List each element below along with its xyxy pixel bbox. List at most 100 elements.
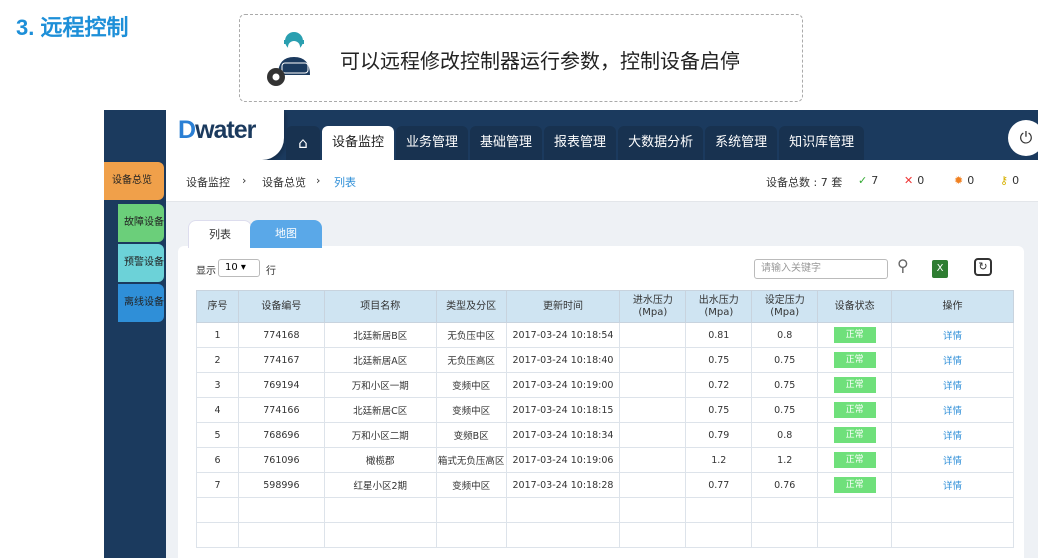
- crumb-separator: ›: [242, 174, 247, 187]
- excel-export-icon[interactable]: X: [932, 260, 948, 278]
- crumb-overview[interactable]: 设备总览: [262, 174, 306, 190]
- nav-device-monitor[interactable]: 设备监控: [322, 126, 395, 160]
- table-cell: [751, 522, 819, 548]
- table-cell: [196, 497, 239, 523]
- device-table: 序号 设备编号 项目名称 类型及分区 更新时间 进水压力 (Mpa) 出水压力 (Mpa) 设…: [196, 290, 1014, 548]
- status-cell: 正常: [817, 322, 893, 348]
- table-cell: [619, 522, 687, 548]
- table-row: [196, 497, 1014, 523]
- table-cell: 0.75: [751, 347, 819, 373]
- table-cell: 6: [196, 447, 239, 473]
- table-cell: [685, 497, 753, 523]
- column-header: 序号: [196, 290, 239, 323]
- table-cell: [891, 522, 1014, 548]
- status-cell: 正常: [817, 347, 893, 373]
- app-window: Dwater ⌂ 设备监控 业务管理 基础管理 报表管理 大数据分析 系统管理 …: [104, 110, 1038, 558]
- cross-icon: ✕: [904, 174, 914, 187]
- table-row: [196, 522, 1014, 548]
- detail-link[interactable]: 详情: [891, 422, 1014, 448]
- device-total: 设备总数 : 7 套: [766, 176, 843, 189]
- status-cell: 正常: [817, 397, 893, 423]
- table-cell: 2017-03-24 10:18:15: [505, 397, 621, 423]
- sidebar: 设备总览 故障设备 预警设备 离线设备: [104, 160, 166, 558]
- sidebar-item-offline[interactable]: 离线设备: [118, 284, 164, 322]
- table-cell: 774168: [237, 322, 325, 348]
- top-bar: Dwater ⌂ 设备监控 业务管理 基础管理 报表管理 大数据分析 系统管理 …: [104, 110, 1038, 160]
- table-cell: 768696: [237, 422, 325, 448]
- crumb-list: 列表: [334, 176, 356, 189]
- table-cell: [619, 447, 687, 473]
- logo: Dwater: [166, 110, 284, 160]
- sidebar-item-fault[interactable]: 故障设备: [118, 204, 164, 242]
- tab-list[interactable]: 列表: [188, 220, 252, 248]
- table-cell: 0.75: [751, 397, 819, 423]
- table-cell: 2017-03-24 10:18:34: [505, 422, 621, 448]
- column-header: 类型及分区: [435, 290, 507, 323]
- nav-knowledge[interactable]: 知识库管理: [779, 126, 865, 160]
- table-cell: 0.8: [751, 322, 819, 348]
- crumb-monitor[interactable]: 设备监控: [186, 174, 230, 190]
- table-cell: [237, 522, 325, 548]
- detail-link[interactable]: 详情: [891, 347, 1014, 373]
- column-header: 操作: [891, 290, 1014, 323]
- table-cell: [323, 522, 437, 548]
- main-nav: ⌂ 设备监控 业务管理 基础管理 报表管理 大数据分析 系统管理 知识库管理: [286, 126, 866, 160]
- search-input[interactable]: 请输入关键字: [754, 259, 888, 279]
- status-cell: 正常: [817, 447, 893, 473]
- sidebar-item-overview[interactable]: 设备总览: [104, 162, 164, 200]
- section-heading: 3. 远程控制: [16, 15, 129, 40]
- key-icon: ⚷: [1000, 174, 1009, 187]
- table-row: 2 774167 北廷新居A区 无负压高区 2017-03-24 10:18:40 0.7…: [196, 347, 1014, 373]
- table-row: 3 769194 万和小区一期 变频中区 2017-03-24 10:19:00 0.72…: [196, 372, 1014, 398]
- table-cell: 2: [196, 347, 239, 373]
- column-header: 进水压力 (Mpa): [619, 290, 687, 323]
- table-cell: 1.2: [685, 447, 753, 473]
- table-cell: [619, 397, 687, 423]
- table-cell: 7: [196, 472, 239, 498]
- nav-business[interactable]: 业务管理: [396, 126, 469, 160]
- status-badge: 正常: [833, 352, 876, 368]
- status-badge: 正常: [833, 427, 876, 443]
- callout-box: 可以远程修改控制器运行参数，控制设备启停: [239, 14, 803, 102]
- column-header: 出水压力 (Mpa): [685, 290, 753, 323]
- table-cell: 橄榄郡: [323, 447, 437, 473]
- status-cell: 正常: [817, 472, 893, 498]
- search-icon[interactable]: ⚲: [897, 256, 909, 275]
- detail-link[interactable]: 详情: [891, 397, 1014, 423]
- table-cell: 0.81: [685, 322, 753, 348]
- table-cell: [817, 522, 893, 548]
- tab-map[interactable]: 地图: [250, 220, 322, 248]
- sidebar-item-warning[interactable]: 预警设备: [118, 244, 164, 282]
- warning-count: ✹ 0: [954, 174, 975, 187]
- nav-bigdata[interactable]: 大数据分析: [618, 126, 704, 160]
- home-icon[interactable]: ⌂: [286, 126, 320, 160]
- table-cell: 1.2: [751, 447, 819, 473]
- table-row: 7 598996 红星小区2期 变频中区 2017-03-24 10:18:28 0.77…: [196, 472, 1014, 498]
- ok-count: ✓ 7: [858, 174, 879, 187]
- table-cell: 无负压中区: [435, 322, 507, 348]
- callout-text: 可以远程修改控制器运行参数，控制设备启停: [340, 49, 740, 73]
- power-icon[interactable]: ⏻: [1008, 120, 1038, 156]
- detail-link[interactable]: 详情: [891, 372, 1014, 398]
- nav-basic[interactable]: 基础管理: [470, 126, 543, 160]
- detail-link[interactable]: 详情: [891, 472, 1014, 498]
- detail-link[interactable]: 详情: [891, 322, 1014, 348]
- table-cell: 变频中区: [435, 372, 507, 398]
- table-cell: 1: [196, 322, 239, 348]
- engineer-icon: [267, 32, 310, 86]
- detail-link[interactable]: 详情: [891, 447, 1014, 473]
- page-size-select[interactable]: 10 ▾: [218, 259, 260, 277]
- nav-reports[interactable]: 报表管理: [544, 126, 617, 160]
- table-cell: 774166: [237, 397, 325, 423]
- table-cell: [619, 347, 687, 373]
- table-cell: [435, 522, 507, 548]
- table-cell: 北廷新居C区: [323, 397, 437, 423]
- table-cell: 2017-03-24 10:18:40: [505, 347, 621, 373]
- table-cell: 2017-03-24 10:19:06: [505, 447, 621, 473]
- warning-icon: ✹: [954, 174, 964, 187]
- table-cell: [435, 497, 507, 523]
- refresh-icon[interactable]: ↻: [974, 258, 992, 276]
- table-cell: 2017-03-24 10:18:54: [505, 322, 621, 348]
- nav-system[interactable]: 系统管理: [705, 126, 778, 160]
- table-cell: [891, 497, 1014, 523]
